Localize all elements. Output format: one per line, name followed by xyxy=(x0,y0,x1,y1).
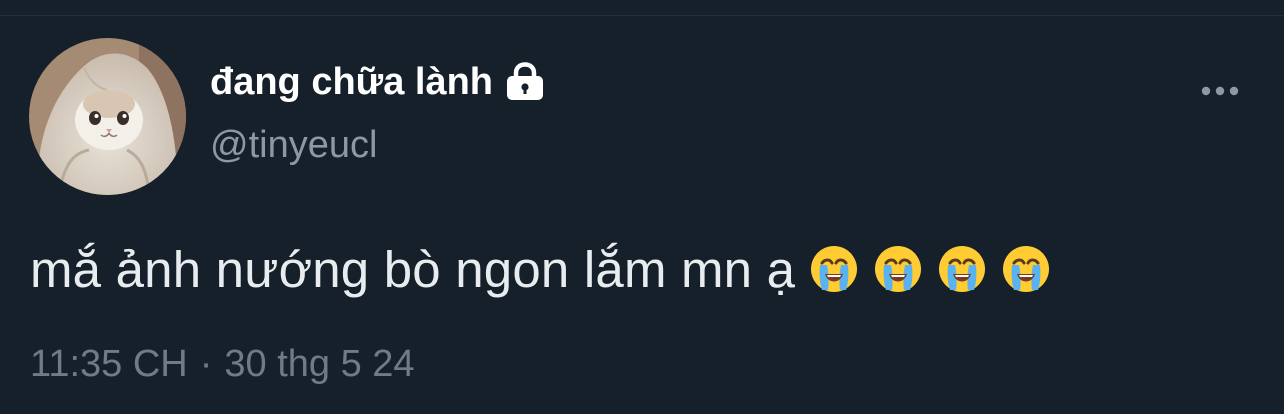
tweet: đang chữa lành @tinyeucl mắ ảnh nướng bò… xyxy=(0,0,1284,414)
display-name-row: đang chữa lành xyxy=(210,56,545,108)
lock-icon xyxy=(505,62,545,102)
crying-face-emoji-icon xyxy=(937,244,987,294)
tweet-meta: 11:35 CH · 30 thg 5 24 xyxy=(30,343,415,386)
more-button[interactable] xyxy=(1196,76,1244,106)
handle[interactable]: @tinyeucl xyxy=(210,124,377,167)
tweet-body: mắ ảnh nướng bò ngon lắm mn ạ xyxy=(30,232,1051,306)
avatar[interactable] xyxy=(29,38,186,195)
meta-separator: · xyxy=(199,343,213,385)
crying-face-emoji-icon xyxy=(809,244,859,294)
tweet-text: mắ ảnh nướng bò ngon lắm mn ạ xyxy=(30,240,796,298)
tweet-date[interactable]: 30 thg 5 24 xyxy=(224,343,414,386)
crying-face-emoji-icon xyxy=(1001,244,1051,294)
display-name[interactable]: đang chữa lành xyxy=(210,61,493,104)
more-horizontal-icon xyxy=(1201,86,1239,96)
crying-face-emoji-icon xyxy=(873,244,923,294)
cat-avatar-image xyxy=(29,38,186,195)
tweet-time[interactable]: 11:35 CH xyxy=(30,343,188,386)
